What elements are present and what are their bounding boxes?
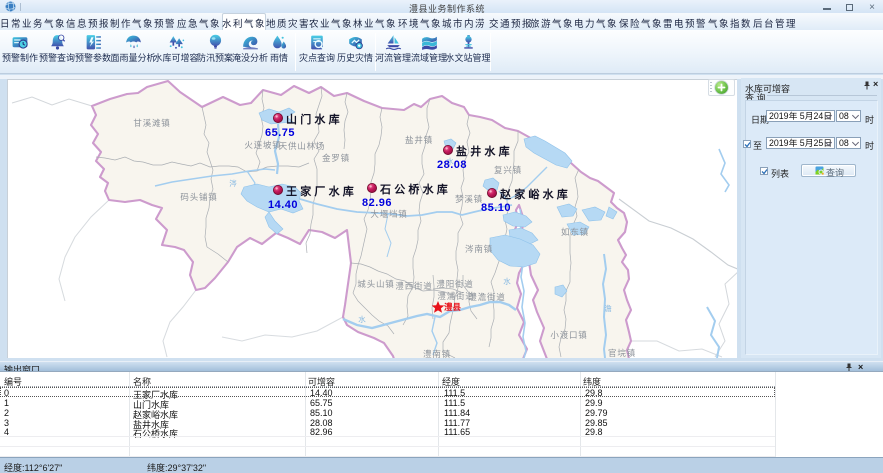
svg-text:澧南镇: 澧南镇 [423,349,451,358]
svg-text:澹: 澹 [604,303,612,313]
svg-text:澧县: 澧县 [444,302,462,312]
svg-text:涔南镇: 涔南镇 [465,244,493,254]
svg-text:85.10: 85.10 [481,202,511,214]
svg-text:火连坡镇: 火连坡镇 [244,140,281,150]
svg-text:澧澹街道: 澧澹街道 [468,292,505,302]
svg-text:82.96: 82.96 [362,197,392,209]
svg-text:澧西街道: 澧西街道 [395,281,432,291]
svg-text:盐井镇: 盐井镇 [405,135,433,145]
svg-text:王家厂水库: 王家厂水库 [286,184,357,198]
svg-text:复兴镇: 复兴镇 [494,165,522,175]
svg-text:14.40: 14.40 [268,199,298,211]
svg-text:小渡口镇: 小渡口镇 [550,330,587,340]
svg-text:28.08: 28.08 [437,159,467,171]
svg-text:涔: 涔 [229,178,237,188]
svg-text:如东镇: 如东镇 [561,227,589,237]
svg-text:甘溪滩镇: 甘溪滩镇 [133,118,170,128]
svg-text:水: 水 [503,276,511,286]
svg-text:盐井水库: 盐井水库 [456,144,513,158]
svg-text:山门水库: 山门水库 [286,112,343,126]
svg-text:天供山林场: 天供山林场 [279,141,326,151]
svg-text:码头铺镇: 码头铺镇 [180,192,217,202]
svg-text:城头山镇: 城头山镇 [357,279,394,289]
svg-text:石公桥水库: 石公桥水库 [379,182,451,196]
svg-text:金罗镇: 金罗镇 [322,153,350,163]
svg-text:官垸镇: 官垸镇 [608,348,636,358]
svg-text:澧阳街道: 澧阳街道 [436,279,473,289]
svg-text:水: 水 [358,314,366,324]
svg-text:大堰垱镇: 大堰垱镇 [370,209,407,219]
svg-text:梦溪镇: 梦溪镇 [455,194,483,204]
svg-text:赵家峪水库: 赵家峪水库 [499,187,571,201]
svg-text:65.75: 65.75 [265,127,295,139]
